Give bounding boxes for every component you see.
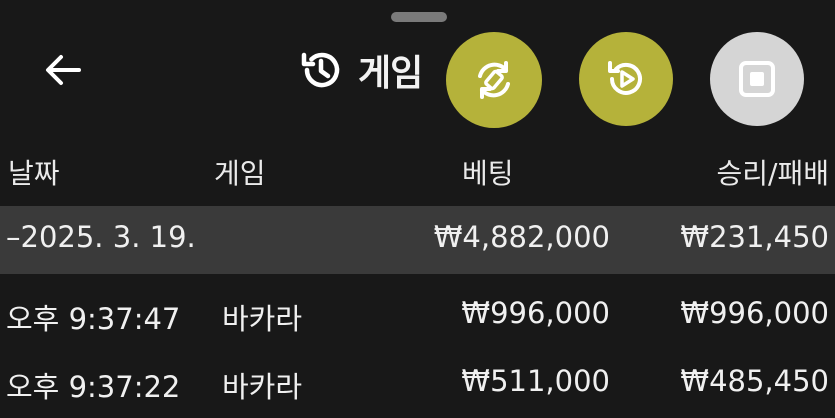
summary-date: –2025. 3. 19. (6, 220, 196, 254)
play-button[interactable] (579, 32, 673, 126)
column-game: 게임 (214, 157, 266, 190)
column-bet: 베팅 (462, 157, 514, 190)
summary-bet: ₩4,882,000 (433, 220, 610, 254)
history-icon (301, 52, 340, 88)
table-row[interactable]: 오후 9:37:47 바카라 ₩996,000 ₩996,000 (0, 282, 835, 350)
play-circle-icon (608, 61, 642, 95)
back-button[interactable] (40, 48, 86, 92)
row-bet: ₩511,000 (461, 364, 610, 398)
arrow-left-icon (46, 55, 81, 85)
column-result: 승리/패배 (716, 157, 829, 190)
sheet-grabber[interactable] (391, 12, 447, 22)
row-result: ₩996,000 (680, 296, 829, 330)
table-row[interactable]: 오후 9:37:22 바카라 ₩511,000 ₩485,450 (0, 350, 835, 418)
row-bet: ₩996,000 (461, 296, 610, 330)
row-time: 오후 9:37:47 (6, 302, 181, 336)
page-title: 게임 (358, 53, 423, 94)
stop-icon (739, 61, 775, 97)
row-time: 오후 9:37:22 (6, 370, 181, 404)
summary-result: ₩231,450 (680, 220, 829, 254)
table-header: 날짜 게임 베팅 승리/패배 (0, 140, 835, 204)
row-result: ₩485,450 (680, 364, 829, 398)
replay-icon (478, 61, 510, 99)
column-date: 날짜 (8, 157, 60, 190)
header-title-group: 게임 (298, 42, 423, 98)
stop-button[interactable] (710, 32, 804, 126)
replay-button[interactable] (446, 32, 542, 128)
row-game: 바카라 (222, 302, 303, 336)
date-summary-row[interactable]: –2025. 3. 19. ₩4,882,000 ₩231,450 (0, 206, 835, 274)
row-game: 바카라 (222, 370, 303, 404)
